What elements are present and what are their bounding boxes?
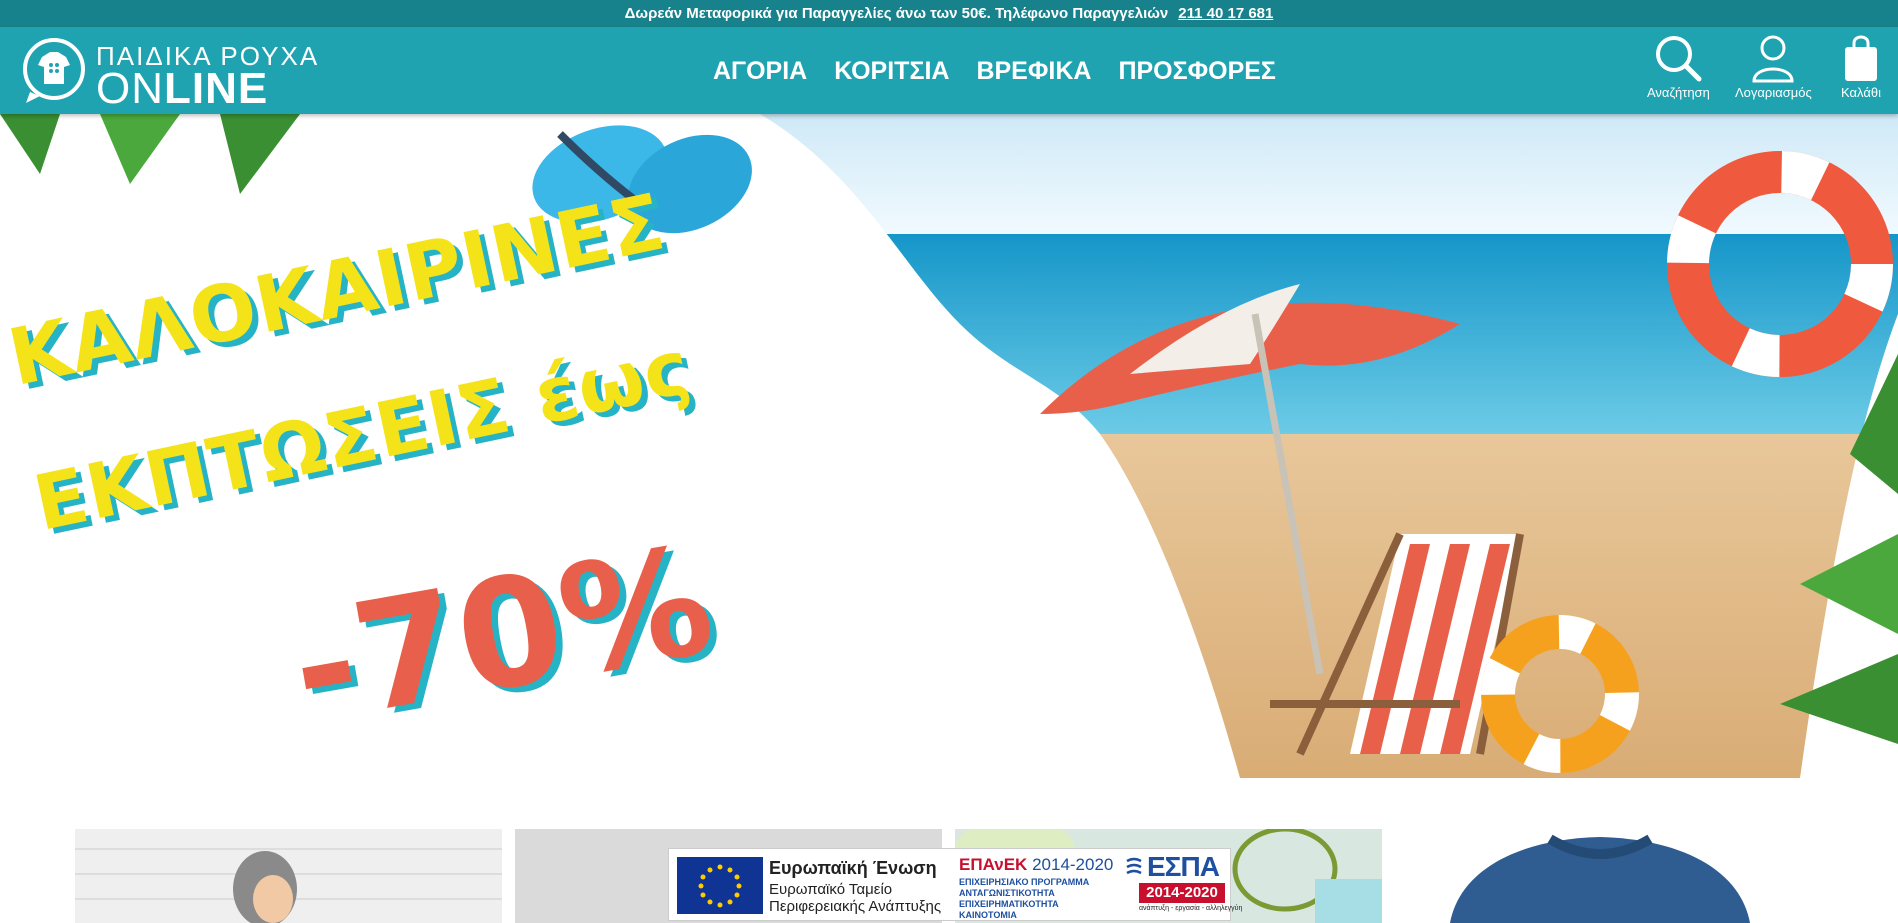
epanek-line: ΕΠΙΧΕΙΡΗΣΙΑΚΟ ΠΡΟΓΡΑΜΜΑ bbox=[959, 877, 1090, 887]
espa-years: 2014-2020 bbox=[1139, 883, 1225, 903]
cart-label: Καλάθι bbox=[1841, 85, 1881, 100]
shopping-bag-icon bbox=[1845, 35, 1877, 81]
search-icon bbox=[1656, 36, 1702, 82]
category-tile-4[interactable] bbox=[1420, 829, 1850, 923]
eu-sub-2: Περιφερειακής Ανάπτυξης bbox=[769, 898, 942, 915]
eu-funding-banner[interactable]: Ευρωπαϊκή Ένωση Ευρωπαϊκό Ταμείο Περιφερ… bbox=[668, 848, 1242, 921]
eu-sub-1: Ευρωπαϊκό Ταμείο bbox=[769, 881, 893, 898]
hero-banner[interactable]: ΚΑΛΟΚΑΙΡΙΝΕΣ ΕΚΠΤΩΣΕΙΣ έως -70% bbox=[0, 114, 1898, 778]
logo-text-bottom: ONLINE bbox=[96, 67, 268, 111]
search-label: Αναζήτηση bbox=[1647, 85, 1710, 100]
logo-on: ON bbox=[96, 64, 164, 113]
child-photo-placeholder bbox=[75, 829, 502, 923]
espa-title: ΕΣΠΑ bbox=[1147, 851, 1220, 882]
eu-title: Ευρωπαϊκή Ένωση bbox=[769, 858, 937, 878]
epanek-years: 2014-2020 bbox=[1032, 855, 1114, 874]
cart-button[interactable]: Καλάθι bbox=[1840, 33, 1882, 100]
search-button[interactable]: Αναζήτηση bbox=[1647, 33, 1710, 100]
account-label: Λογαριασμός bbox=[1735, 85, 1812, 100]
site-logo[interactable]: ΠΑΙΔΙΚΑ ΡΟΥΧΑ ONLINE bbox=[20, 33, 317, 111]
account-button[interactable]: Λογαριασμός bbox=[1735, 33, 1812, 100]
greek-flag-icon bbox=[1126, 857, 1142, 875]
main-nav: ΑΓΟΡΙΑ ΚΟΡΙΤΣΙΑ ΒΡΕΦΙΚΑ ΠΡΟΣΦΟΡΕΣ bbox=[713, 57, 1276, 86]
eu-subtitle: Ευρωπαϊκό Ταμείο Περιφερειακής Ανάπτυξης bbox=[769, 881, 941, 915]
epanek-name: ΕΠΑνΕΚ bbox=[959, 855, 1028, 874]
tshirt-bubble-icon bbox=[23, 38, 85, 103]
epanek-line: ΕΠΙΧΕΙΡΗΜΑΤΙΚΟΤΗΤΑ bbox=[959, 899, 1059, 909]
nav-girls[interactable]: ΚΟΡΙΤΣΙΑ bbox=[834, 57, 949, 86]
category-tile-1[interactable] bbox=[75, 829, 502, 923]
shirt-photo-placeholder bbox=[1420, 829, 1850, 923]
nav-offers[interactable]: ΠΡΟΣΦΟΡΕΣ bbox=[1118, 57, 1276, 86]
user-icon bbox=[1752, 35, 1794, 83]
phone-link[interactable]: 211 40 17 681 bbox=[1178, 5, 1273, 22]
espa-subtitle: ανάπτυξη - εργασία - αλληλεγγύη bbox=[1139, 905, 1243, 912]
espa-logo: ΕΣΠΑ 2014-2020 ανάπτυξη - εργασία - αλλη… bbox=[1125, 851, 1242, 917]
logo-line: LINE bbox=[164, 64, 269, 113]
epanek-lines: ΕΠΙΧΕΙΡΗΣΙΑΚΟ ΠΡΟΓΡΑΜΜΑ ΑΝΤΑΓΩΝΙΣΤΙΚΟΤΗΤ… bbox=[959, 877, 1089, 921]
nav-babies[interactable]: ΒΡΕΦΙΚΑ bbox=[976, 57, 1091, 86]
epanek-title: ΕΠΑνΕΚ 2014-2020 bbox=[959, 855, 1113, 875]
eu-flag-icon bbox=[677, 857, 763, 914]
nav-boys[interactable]: ΑΓΟΡΙΑ bbox=[713, 57, 807, 86]
epanek-line: ΚΑΙΝΟΤΟΜΙΑ bbox=[959, 910, 1017, 920]
announcement-bar: Δωρεάν Μεταφορικά για Παραγγελίες άνω τω… bbox=[0, 0, 1898, 27]
epanek-line: ΑΝΤΑΓΩΝΙΣΤΙΚΟΤΗΤΑ bbox=[959, 888, 1055, 898]
free-shipping-text: Δωρεάν Μεταφορικά για Παραγγελίες άνω τω… bbox=[624, 5, 1169, 22]
site-header: ΠΑΙΔΙΚΑ ΡΟΥΧΑ ONLINE ΑΓΟΡΙΑ ΚΟΡΙΤΣΙΑ ΒΡΕ… bbox=[0, 27, 1898, 114]
